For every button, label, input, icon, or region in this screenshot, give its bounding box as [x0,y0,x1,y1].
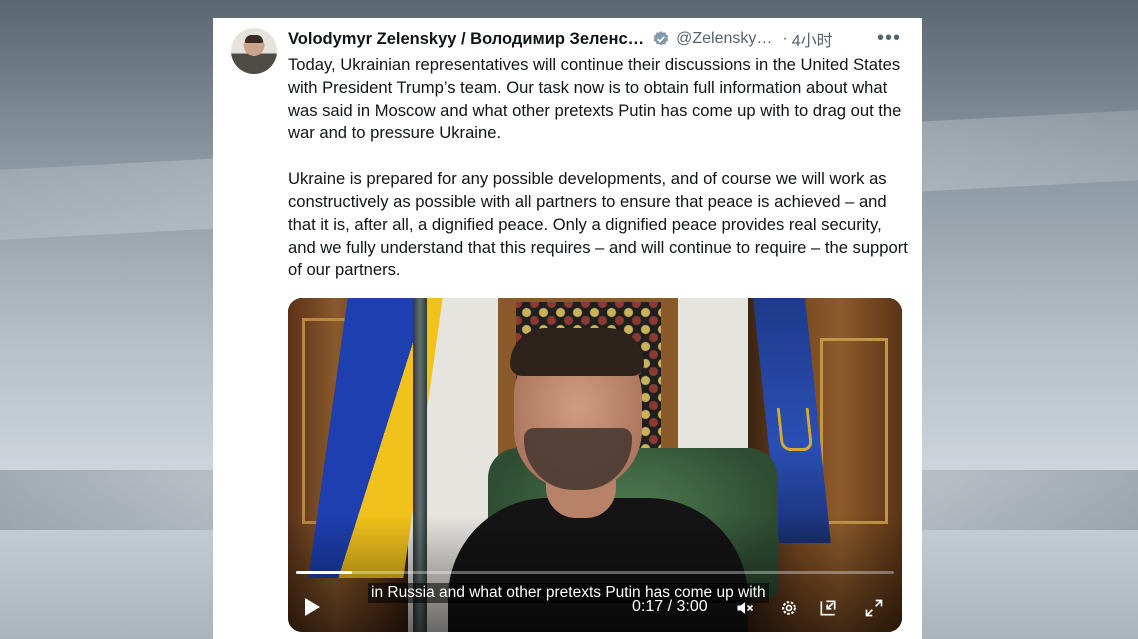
time-current: 0:17 [632,598,664,615]
mute-icon[interactable] [735,598,755,618]
avatar[interactable] [231,28,277,74]
tweet-header: Volodymyr Zelenskyy / Володимир Зеленс… … [288,28,913,50]
video-progress-bar[interactable] [296,571,894,574]
tweet-card[interactable]: Volodymyr Zelenskyy / Володимир Зеленс… … [213,18,922,639]
separator-dot: · [782,30,788,47]
fullscreen-icon[interactable] [864,598,884,618]
video-subtitle: in Russia and what other pretexts Putin … [368,583,769,603]
video-frame [288,298,902,632]
tweet-paragraph: Ukraine is prepared for any possible dev… [288,169,908,280]
time-total: 3:00 [676,598,708,615]
tweet-paragraph: Today, Ukrainian representatives will co… [288,55,902,143]
video-timecode: 0:17 / 3:00 [632,598,708,616]
post-time[interactable]: 4小时 [792,27,833,51]
author-name[interactable]: Volodymyr Zelenskyy / Володимир Зеленс… [288,30,644,49]
author-handle[interactable]: @Zelensky… [676,30,772,48]
pip-icon[interactable] [818,598,838,618]
more-options-icon[interactable]: ••• [877,28,901,48]
tweet-text: Today, Ukrainian representatives will co… [288,54,913,282]
settings-icon[interactable] [779,598,799,618]
time-separator: / [667,598,673,615]
video-progress-fill [296,571,353,574]
verified-badge-icon [653,31,669,46]
video-player[interactable]: in Russia and what other pretexts Putin … [288,298,902,632]
play-icon[interactable] [305,598,320,616]
